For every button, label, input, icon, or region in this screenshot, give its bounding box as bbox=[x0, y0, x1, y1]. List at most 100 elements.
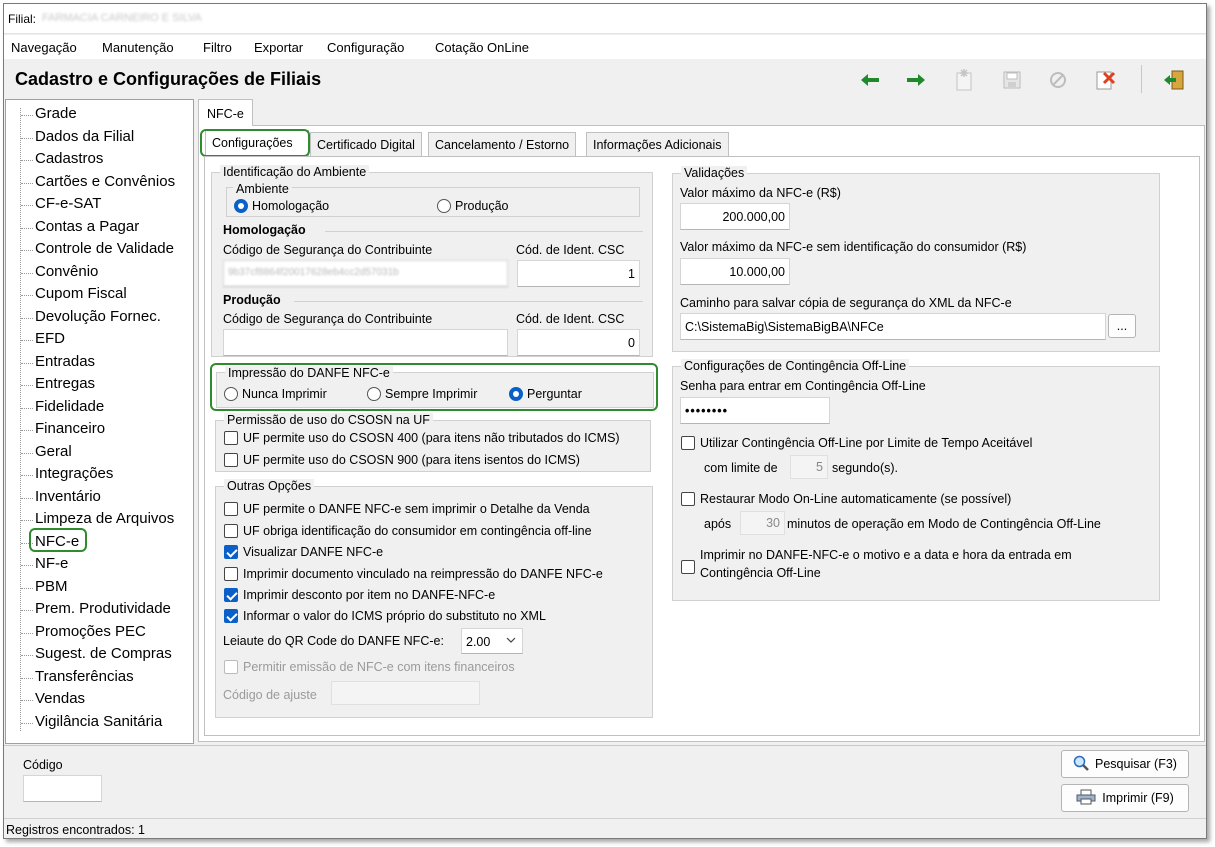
tree-item-nf-e[interactable]: NF-e bbox=[20, 555, 68, 572]
tree-item-entradas[interactable]: Entradas bbox=[20, 353, 95, 370]
tree-item-grade[interactable]: Grade bbox=[21, 105, 77, 122]
caminho-xml-input[interactable]: C:\SistemaBig\SistemaBigBA\NFCe bbox=[680, 313, 1106, 340]
menu-exportar[interactable]: Exportar bbox=[254, 40, 303, 55]
tab-informacoes-label: Informações Adicionais bbox=[593, 138, 722, 152]
tree-item-efd[interactable]: EFD bbox=[21, 330, 65, 347]
tree-item-vendas[interactable]: Vendas bbox=[20, 690, 85, 707]
tree-item-dados-da-filial[interactable]: Dados da Filial bbox=[20, 128, 134, 145]
valor-maximo-input[interactable]: 200.000,00 bbox=[680, 203, 790, 230]
chk-desconto-item-label: Imprimir desconto por item no DANFE-NFC-… bbox=[243, 588, 496, 602]
tree-item-sugest-de-compras[interactable]: Sugest. de Compras bbox=[21, 645, 172, 662]
codigo-input[interactable] bbox=[23, 775, 102, 802]
pesquisar-button[interactable]: Pesquisar (F3) bbox=[1061, 750, 1189, 778]
tree-item-geral[interactable]: Geral bbox=[21, 443, 72, 460]
status-bar: Registros encontrados: 1 bbox=[4, 818, 1206, 838]
tree-item-cartoes-e-convenios[interactable]: Cartões e Convênios bbox=[20, 173, 175, 190]
codigo-ajuste-label: Código de ajuste bbox=[223, 688, 317, 702]
delete-icon[interactable] bbox=[1094, 68, 1118, 92]
arrow-right-icon[interactable] bbox=[904, 68, 928, 92]
cancel-icon[interactable] bbox=[1046, 68, 1070, 92]
prod-csc-label: Código de Segurança do Contribuinte bbox=[223, 312, 433, 326]
homologacao-divider bbox=[325, 231, 643, 232]
main-window: Filial: FARMACIA CARNEIRO E SILVA Navega… bbox=[3, 3, 1207, 839]
tree-item-devolucao-fornec[interactable]: Devolução Fornec. bbox=[21, 308, 161, 325]
chk-icms-substituto[interactable] bbox=[224, 609, 238, 623]
tree-item-transferencias[interactable]: Transferências bbox=[21, 668, 134, 685]
chk-desconto-item[interactable] bbox=[224, 588, 238, 602]
menu-bar: Navegação Manutenção Filtro Exportar Con… bbox=[4, 35, 1206, 59]
imprimir-label: Imprimir (F9) bbox=[1102, 791, 1174, 805]
chk-imprimir-motivo-label-1: Imprimir no DANFE-NFC-e o motivo e a dat… bbox=[700, 548, 1072, 562]
homolog-csc-input[interactable]: 9b37cf8864f20017628eb4cc2d57031b bbox=[223, 260, 508, 287]
tree-item-inventario[interactable]: Inventário bbox=[21, 488, 101, 505]
caminho-xml-label: Caminho para salvar cópia de segurança d… bbox=[680, 296, 1012, 310]
codigo-label: Código bbox=[23, 758, 63, 772]
senha-contingencia-input[interactable]: •••••••• bbox=[680, 397, 830, 424]
codigo-ajuste-input[interactable] bbox=[331, 681, 480, 705]
chk-limite-tempo[interactable] bbox=[681, 436, 695, 450]
tab-certificado-digital[interactable]: Certificado Digital bbox=[310, 132, 422, 158]
menu-configuracao[interactable]: Configuração bbox=[327, 40, 404, 55]
tree-item-cf-e-sat[interactable]: CF-e-SAT bbox=[20, 195, 101, 212]
save-icon[interactable] bbox=[1000, 68, 1024, 92]
chk-restaurar-online-label: Restaurar Modo On-Line automaticamente (… bbox=[700, 492, 1012, 506]
valor-maximo-sem-id-input[interactable]: 10.000,00 bbox=[680, 258, 790, 285]
menu-filtro[interactable]: Filtro bbox=[203, 40, 232, 55]
browse-button[interactable]: ... bbox=[1108, 314, 1136, 338]
apos-suffix: minutos de operação em Modo de Contingên… bbox=[787, 517, 1101, 531]
arrow-left-icon[interactable] bbox=[858, 68, 882, 92]
limite-segundos-input[interactable]: 5 bbox=[790, 455, 828, 479]
chk-restaurar-online[interactable] bbox=[681, 492, 695, 506]
tree-item-pbm[interactable]: PBM bbox=[21, 578, 68, 595]
tree-item-vigilancia-sanitaria[interactable]: Vigilância Sanitária bbox=[20, 713, 162, 730]
chk-csosn-400[interactable] bbox=[224, 431, 238, 445]
prod-csc-input[interactable] bbox=[223, 329, 508, 356]
chk-csosn-900[interactable] bbox=[224, 453, 238, 467]
toolbar-separator bbox=[1141, 65, 1142, 93]
chk-danfe-sem-detalhe[interactable] bbox=[224, 502, 238, 516]
chk-icms-substituto-label: Informar o valor do ICMS próprio do subs… bbox=[243, 609, 546, 623]
homolog-ident-label: Cód. de Ident. CSC bbox=[516, 243, 625, 257]
chk-danfe-sem-detalhe-label: UF permite o DANFE NFC-e sem imprimir o … bbox=[243, 502, 590, 516]
chk-itens-financeiros[interactable] bbox=[224, 660, 238, 674]
tree-item-promocoes-pec[interactable]: Promoções PEC bbox=[21, 623, 146, 640]
radio-homologacao[interactable] bbox=[234, 199, 248, 213]
homolog-csc-label: Código de Segurança do Contribuinte bbox=[223, 243, 433, 257]
tree-item-cadastros[interactable]: Cadastros bbox=[20, 150, 103, 167]
apos-minutos-input[interactable]: 30 bbox=[740, 511, 785, 535]
menu-cotacao-online[interactable]: Cotação OnLine bbox=[435, 40, 529, 55]
homolog-ident-input[interactable]: 1 bbox=[517, 260, 640, 287]
tree-line bbox=[20, 108, 21, 731]
tree-item-controle-de-validade[interactable]: Controle de Validade bbox=[21, 240, 174, 257]
menu-manutencao[interactable]: Manutenção bbox=[102, 40, 174, 55]
chk-visualizar-danfe[interactable] bbox=[224, 545, 238, 559]
tab-cancelamento[interactable]: Cancelamento / Estorno bbox=[428, 132, 577, 158]
new-record-icon[interactable] bbox=[952, 68, 976, 92]
highlight-configuracoes-tab bbox=[200, 129, 310, 157]
qr-code-select[interactable]: 2.00 bbox=[461, 628, 523, 654]
tree-item-prem-produtividade[interactable]: Prem. Produtividade bbox=[21, 600, 171, 617]
tree-item-fidelidade[interactable]: Fidelidade bbox=[20, 398, 104, 415]
tree-item-convenio[interactable]: Convênio bbox=[20, 263, 98, 280]
tree-item-entregas[interactable]: Entregas bbox=[20, 375, 95, 392]
imprimir-button[interactable]: Imprimir (F9) bbox=[1061, 784, 1189, 812]
tree-item-limpeza-de-arquivos[interactable]: Limpeza de Arquivos bbox=[20, 510, 174, 527]
prod-ident-input[interactable]: 0 bbox=[517, 329, 640, 356]
tree-item-financeiro[interactable]: Financeiro bbox=[20, 420, 105, 437]
tab-informacoes-adicionais[interactable]: Informações Adicionais bbox=[586, 132, 729, 158]
radio-producao[interactable] bbox=[437, 199, 451, 213]
bottom-divider bbox=[4, 745, 1206, 746]
tree-item-integracoes[interactable]: Integrações bbox=[20, 465, 113, 482]
ambiente-title: Ambiente bbox=[233, 182, 292, 196]
tree-item-cupom-fiscal[interactable]: Cupom Fiscal bbox=[21, 285, 127, 302]
chk-imprimir-motivo[interactable] bbox=[681, 560, 695, 574]
chk-csosn-400-label: UF permite uso do CSOSN 400 (para itens … bbox=[243, 431, 620, 445]
chk-itens-financeiros-label: Permitir emissão de NFC-e com itens fina… bbox=[243, 660, 515, 674]
chk-obriga-identificacao[interactable] bbox=[224, 524, 238, 538]
tree-item-contas-a-pagar[interactable]: Contas a Pagar bbox=[20, 218, 139, 235]
exit-icon[interactable] bbox=[1162, 68, 1186, 92]
tab-nfce[interactable]: NFC-e bbox=[198, 99, 253, 126]
menu-navegacao[interactable]: Navegação bbox=[11, 40, 77, 55]
chk-imprimir-vinculado[interactable] bbox=[224, 567, 238, 581]
valor-maximo-label: Valor máximo da NFC-e (R$) bbox=[680, 186, 841, 200]
